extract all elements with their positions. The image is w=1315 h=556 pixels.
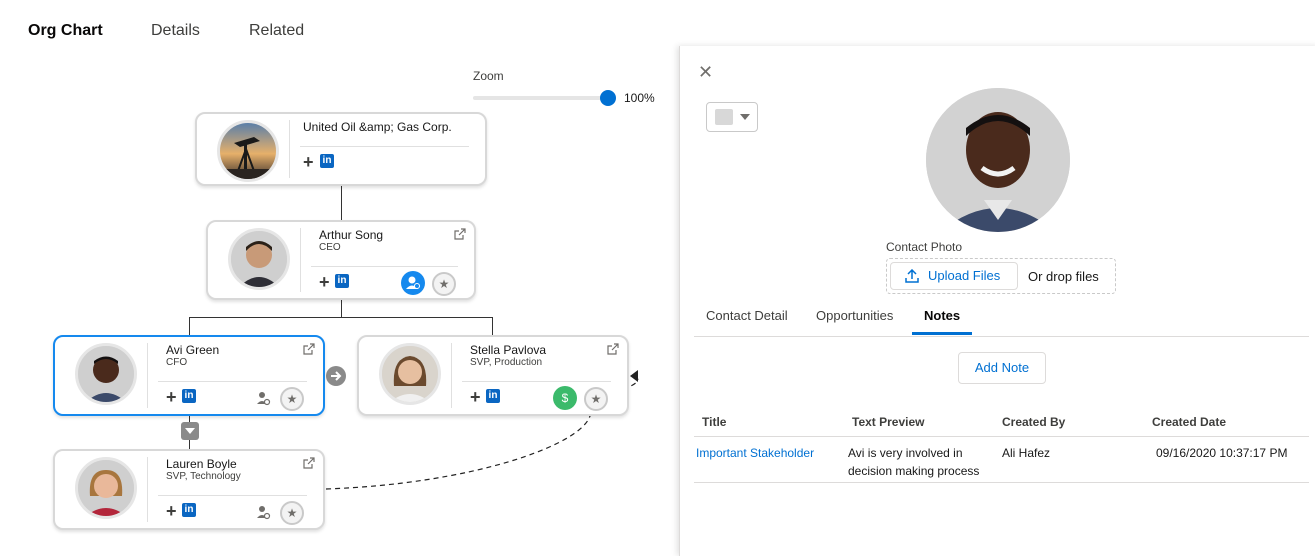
tab-related[interactable]: Related <box>249 22 304 40</box>
contact-sub-tabs: Contact Detail Opportunities Notes <box>694 298 1309 337</box>
card-divider <box>147 457 148 522</box>
tab-contact-detail[interactable]: Contact Detail <box>706 308 788 323</box>
contact-photo <box>926 88 1070 232</box>
connector-company-ceo <box>341 186 342 220</box>
company-name: United Oil &amp; Gas Corp. <box>303 120 452 134</box>
avatar <box>228 228 290 290</box>
linkedin-icon[interactable]: in <box>182 389 196 403</box>
tab-org-chart[interactable]: Org Chart <box>28 22 103 40</box>
note-created-date: 09/16/2020 10:37:17 PM <box>1156 446 1288 460</box>
add-icon[interactable]: + <box>166 502 177 520</box>
connector-to-cfo <box>189 317 190 335</box>
tab-notes[interactable]: Notes <box>924 308 960 323</box>
card-divider <box>147 343 148 408</box>
linkedin-icon[interactable]: in <box>486 389 500 403</box>
card-divider <box>289 120 290 178</box>
star-icon[interactable]: ★ <box>432 272 456 296</box>
avatar <box>75 343 137 405</box>
column-header[interactable]: Created Date <box>1152 415 1226 429</box>
external-link-icon[interactable] <box>303 457 315 469</box>
tab-details[interactable]: Details <box>151 22 200 40</box>
linkedin-icon[interactable]: in <box>320 154 334 168</box>
upload-files-button[interactable]: Upload Files <box>890 262 1018 290</box>
upload-files-label: Upload Files <box>928 268 1001 283</box>
zoom-slider-thumb[interactable] <box>600 90 616 106</box>
external-link-icon[interactable] <box>607 343 619 355</box>
contact-name: Stella Pavlova <box>470 343 547 357</box>
add-icon[interactable]: + <box>303 153 314 171</box>
contact-photo-label: Contact Photo <box>886 240 963 254</box>
contact-name: Lauren Boyle <box>166 457 237 471</box>
org-card-lauren-boyle[interactable]: Lauren Boyle SVP, Technology + in ★ <box>53 449 325 530</box>
company-logo <box>217 120 279 182</box>
card-divider <box>158 381 307 382</box>
add-icon[interactable]: + <box>166 388 177 406</box>
contact-title: CFO <box>166 357 188 368</box>
org-card-avi-green[interactable]: Avi Green CFO + in ★ <box>53 335 325 416</box>
add-note-button[interactable]: Add Note <box>958 352 1046 384</box>
note-created-by: Ali Hafez <box>1002 446 1051 460</box>
linkedin-icon[interactable]: in <box>182 503 196 517</box>
avatar <box>379 343 441 405</box>
add-icon[interactable]: + <box>319 273 330 291</box>
external-link-icon[interactable] <box>454 228 466 240</box>
org-card-company[interactable]: United Oil &amp; Gas Corp. + in <box>195 112 487 186</box>
tab-opportunities[interactable]: Opportunities <box>816 308 893 323</box>
star-icon[interactable]: ★ <box>280 387 304 411</box>
zoom-label: Zoom <box>473 69 504 83</box>
note-title-link[interactable]: Important Stakeholder <box>696 444 814 462</box>
card-divider <box>451 343 452 408</box>
active-tab-indicator <box>912 332 972 335</box>
zoom-slider-track[interactable] <box>473 96 609 100</box>
star-icon[interactable]: ★ <box>280 501 304 525</box>
upload-icon <box>905 269 919 283</box>
contact-title: CEO <box>319 242 341 253</box>
contact-name: Arthur Song <box>319 228 384 242</box>
external-link-icon[interactable] <box>303 343 315 355</box>
close-icon[interactable]: ✕ <box>698 62 713 83</box>
contact-name: Avi Green <box>166 343 220 357</box>
decision-maker-badge-icon[interactable] <box>401 271 425 295</box>
caret-down-icon <box>740 114 750 120</box>
connector-horizontal <box>189 317 493 318</box>
color-swatch <box>715 109 733 125</box>
column-header[interactable]: Title <box>702 415 726 429</box>
note-preview: Avi is very involved in decision making … <box>848 446 980 478</box>
card-divider <box>311 266 458 267</box>
column-header[interactable]: Created By <box>1002 415 1065 429</box>
org-card-arthur-song[interactable]: Arthur Song CEO + in ★ <box>206 220 476 300</box>
table-header-row: Title Text Preview Created By Created Da… <box>694 408 1309 437</box>
contact-detail-panel: ✕ Contact Photo Upload Files Or drop fil… <box>679 46 1315 556</box>
table-row: Important Stakeholder Avi is very involv… <box>694 436 1309 483</box>
avatar <box>75 457 137 519</box>
linkedin-icon[interactable]: in <box>335 274 349 288</box>
color-picker-button[interactable] <box>706 102 758 132</box>
caret-down-icon <box>185 428 195 434</box>
org-card-stella-pavlova[interactable]: Stella Pavlova SVP, Production + in $ ★ <box>357 335 629 416</box>
column-header[interactable]: Text Preview <box>852 415 924 429</box>
drop-files-text: Or drop files <box>1028 269 1099 284</box>
connector-ceo-down <box>341 300 342 317</box>
star-icon[interactable]: ★ <box>584 387 608 411</box>
contact-title: SVP, Production <box>470 357 543 368</box>
card-divider <box>300 228 301 292</box>
contact-title: SVP, Technology <box>166 471 241 482</box>
collapse-toggle[interactable] <box>181 422 199 440</box>
zoom-value: 100% <box>624 91 655 105</box>
person-settings-icon[interactable] <box>255 390 271 406</box>
card-divider <box>462 381 611 382</box>
money-bag-icon[interactable]: $ <box>553 386 577 410</box>
card-divider <box>158 495 307 496</box>
card-divider <box>300 146 469 147</box>
person-settings-icon[interactable] <box>255 504 271 520</box>
connector-to-svp-prod <box>492 317 493 335</box>
file-drop-zone[interactable]: Upload Files Or drop files <box>886 258 1116 294</box>
add-icon[interactable]: + <box>470 388 481 406</box>
